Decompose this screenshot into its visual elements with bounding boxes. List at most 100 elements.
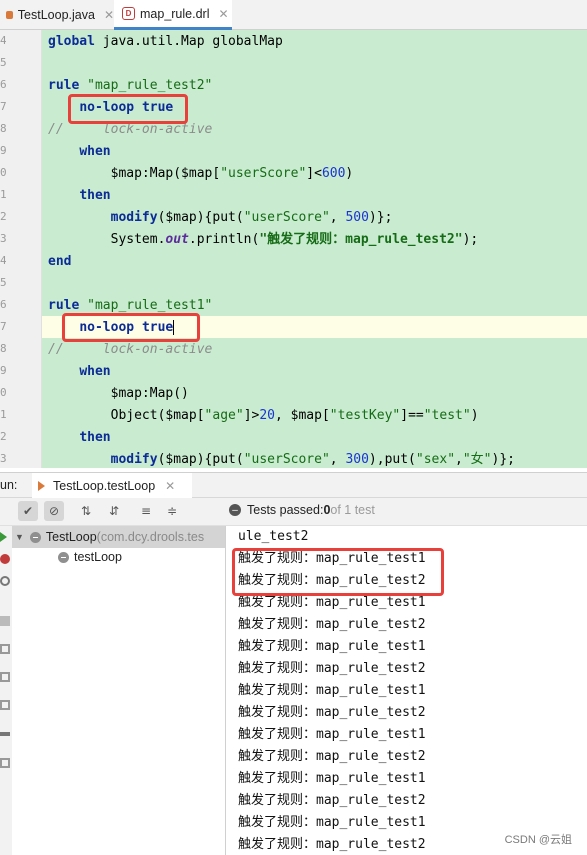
console-line: 触发了规则：map_rule_test1 [238,683,426,698]
console-line: 触发了规则：map_rule_test2 [238,617,426,632]
code-token: "sex" [415,452,456,467]
show-passed-icon[interactable]: ✔ [18,501,38,521]
line-number: 3 [0,232,6,245]
line-number: 8 [0,342,6,355]
toggle-auto-test-icon[interactable] [0,576,10,586]
code-token: rule [48,298,80,313]
chevron-down-icon[interactable]: ▼ [15,526,24,548]
code-line: global java.util.Map globalMap [48,31,283,53]
code-token: ]> [243,408,260,423]
test-runner-toolbar: ✔ ⊘ ⇅ ⇵ ≡ ≑ – Tests passed: 0 of 1 test [0,498,587,526]
pin-icon[interactable] [0,758,10,768]
code-token: 20 [259,408,275,423]
expand-all-icon[interactable]: ≡ [136,501,156,521]
code-token: ),put( [368,452,416,467]
line-number: 4 [0,34,6,47]
line-number: 7 [0,320,6,333]
code-token: "触发了规则：map_rule_test2" [259,232,463,247]
tab-label: TestLoop.java [17,8,95,22]
stopped-icon: – [229,504,241,516]
console-line: 触发了规则：map_rule_test1 [238,727,426,742]
show-ignored-icon[interactable]: ⊘ [44,501,64,521]
highlight-box-no-loop-test2 [68,94,188,124]
code-token: , [329,452,346,467]
code-token: // lock-on-active [48,342,213,357]
code-token: .println( [188,232,260,247]
console-line: 触发了规则：map_rule_test2 [238,749,426,764]
line-number: 7 [0,100,6,113]
code-token: , [455,452,463,467]
code-token: "女" [462,452,492,467]
code-token: , $map[ [275,408,330,423]
line-number: 6 [0,78,6,91]
tab-map-rule-drl[interactable]: D map_rule.drl ✕ [114,0,232,30]
console-line: 触发了规则：map_rule_test1 [238,639,426,654]
status-prefix: Tests passed: [247,503,324,517]
code-line: modify($map){put("userScore", 500)}; [48,207,393,229]
drools-file-icon: D [122,7,135,20]
settings-icon[interactable] [0,700,10,710]
code-token: $map:Map() [48,386,189,401]
close-icon[interactable]: ✕ [218,7,228,21]
sort-alphabetically-icon[interactable]: ⇅ [76,501,96,521]
test-tree: ▼ TestLoop (com.dcy.drools.tes testLoop [12,526,226,855]
code-token: "userScore" [243,210,330,225]
code-token: )}; [368,210,393,225]
tree-node-testloop-class[interactable]: ▼ TestLoop (com.dcy.drools.tes [15,526,204,548]
line-number: 6 [0,298,6,311]
collapse-all-icon[interactable]: ≑ [162,501,182,521]
rerun-failed-icon[interactable] [0,554,10,564]
code-token: "userScore" [243,452,330,467]
code-line: when [48,141,111,163]
run-tool-window-header: un: TestLoop.testLoop ✕ [0,472,587,498]
stop-icon[interactable] [0,616,10,626]
line-number: 4 [0,254,6,267]
line-number: 9 [0,364,6,377]
code-token: rule [48,78,80,93]
history-icon[interactable] [0,672,10,682]
code-token: then [79,188,111,203]
code-token: , [329,210,346,225]
code-line: Object($map["age"]>20, $map["testKey"]==… [48,405,479,427]
line-number: 5 [0,276,6,289]
code-editor[interactable]: 456789012345678901234 global java.util.M… [0,30,587,468]
console-line: 触发了规则：map_rule_test2 [238,837,426,852]
code-line: then [48,185,111,207]
line-number: 9 [0,144,6,157]
code-token: ); [462,232,479,247]
code-token: "test" [423,408,471,423]
layout-icon[interactable] [0,732,10,736]
run-tab[interactable]: TestLoop.testLoop ✕ [32,473,192,498]
line-number: 1 [0,408,6,421]
code-token: 500 [345,210,369,225]
run-label: un: [0,478,18,492]
line-number-gutter: 456789012345678901234 [0,30,42,468]
code-token: System. [48,232,166,247]
console-output[interactable]: 触发了规则：map_rule_test2 触发了规则：map_rule_test1… [226,526,587,855]
code-token: ) [470,408,479,423]
code-token: ]< [306,166,322,181]
tab-testloop-java[interactable]: TestLoop.java ✕ [6,0,114,30]
close-icon[interactable]: ✕ [165,479,175,493]
code-token: when [79,144,111,159]
code-token: // lock-on-active [48,122,213,137]
test-ignored-icon [29,531,41,543]
code-token: end [48,254,72,269]
sort-by-duration-icon[interactable]: ⇵ [104,501,124,521]
code-token: $map:Map($map[ [48,166,221,181]
tree-node-testloop-method[interactable]: testLoop [58,546,122,568]
code-token: modify [110,452,158,467]
code-token: "testKey" [329,408,401,423]
export-icon[interactable] [0,644,10,654]
code-token: 600 [321,166,346,181]
code-token: )}; [491,452,515,467]
line-number: 8 [0,122,6,135]
run-tab-label: TestLoop.testLoop [53,478,156,493]
rerun-icon[interactable] [0,532,7,542]
console-line: 触发了规则：map_rule_test2 [238,705,426,720]
close-icon[interactable]: ✕ [104,8,114,22]
